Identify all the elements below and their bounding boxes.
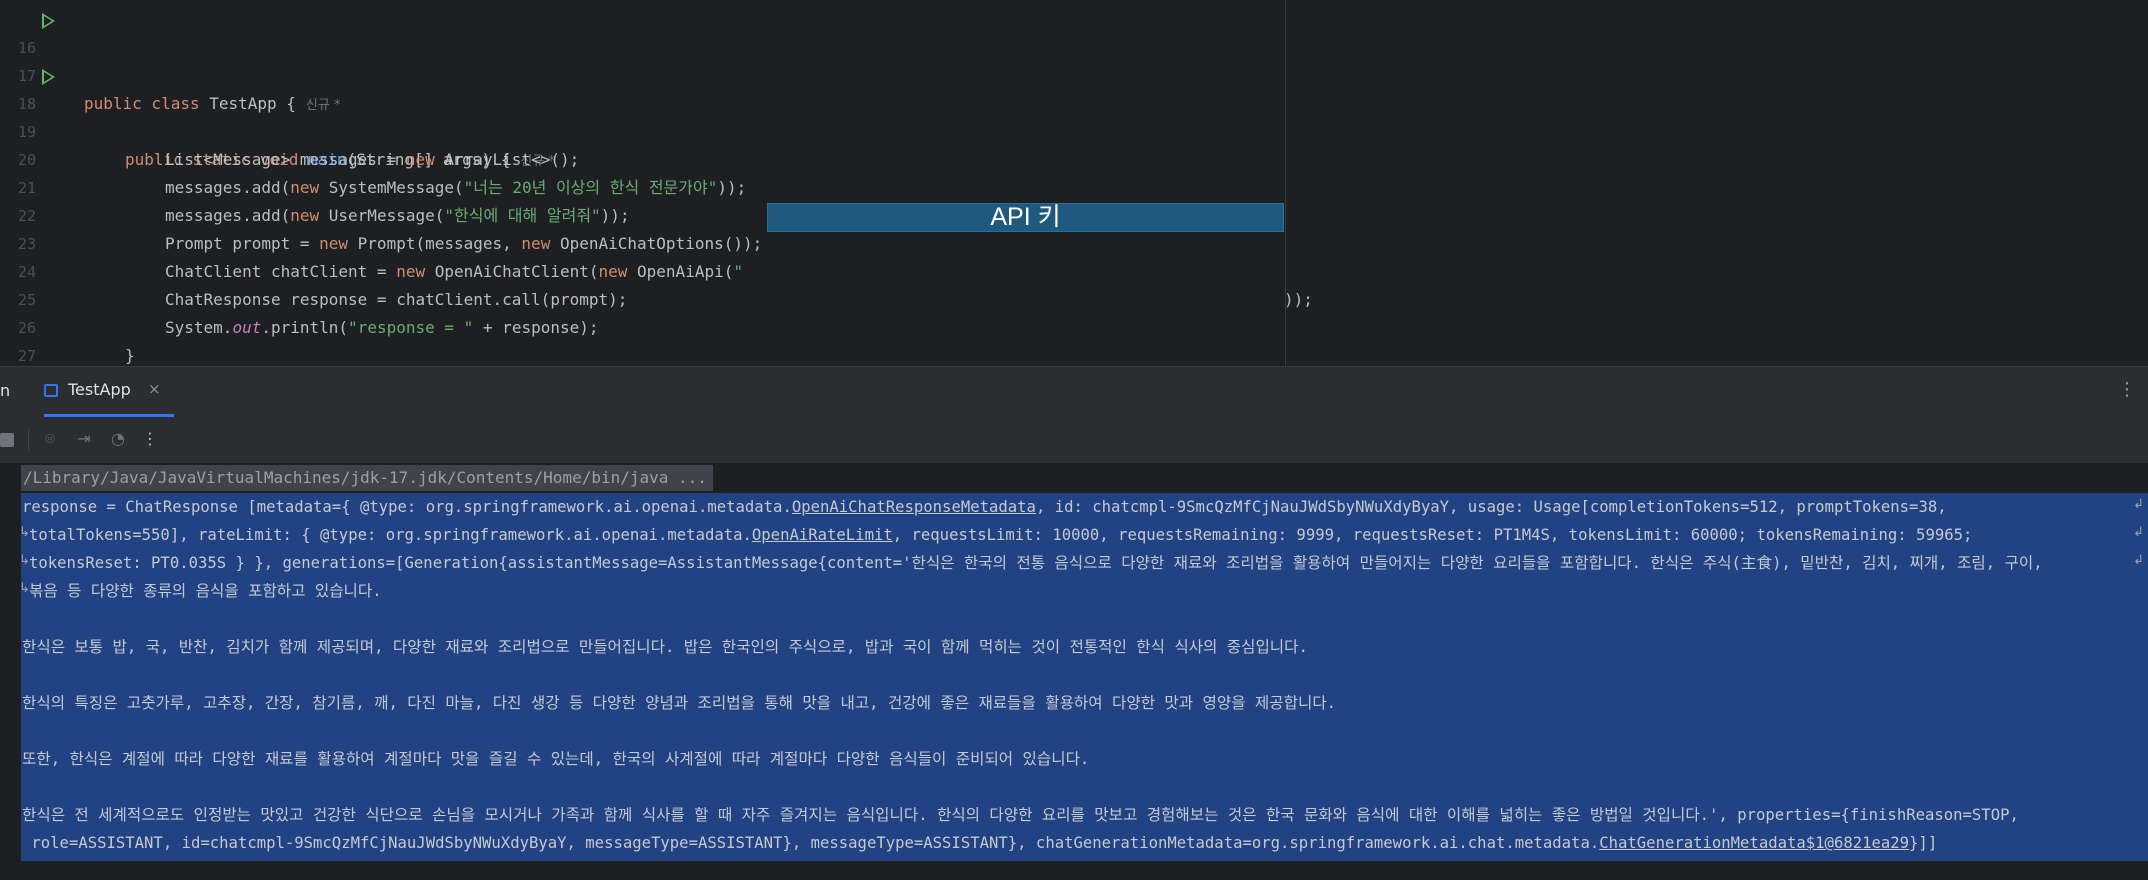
console-text: }]] xyxy=(1909,834,1938,852)
stop-icon[interactable] xyxy=(0,433,14,447)
console-line: 한식은 보통 밥, 국, 반찬, 김치가 함께 제공되며, 다양한 재료와 조리… xyxy=(22,638,1308,656)
code-token: .println( xyxy=(261,318,349,337)
api-key-redaction: API 키 xyxy=(767,203,1284,232)
code-token: new xyxy=(396,262,426,281)
code-token: new xyxy=(290,206,320,225)
run-main-icon[interactable] xyxy=(42,69,55,85)
code-token: OpenAiApi( xyxy=(627,262,734,281)
console-text: role=ASSISTANT, id=chatcmpl-9SmcQzMfCjNa… xyxy=(22,834,1600,852)
console-line: totalTokens=550], rateLimit: { @type: or… xyxy=(29,521,1972,549)
code-line-27: 27 } xyxy=(0,314,39,365)
export-icon[interactable]: ⇥ xyxy=(74,429,94,449)
code-token: } xyxy=(125,346,135,365)
code-token: out xyxy=(232,318,262,337)
soft-wrap-icon: ↲ xyxy=(2133,497,2144,512)
console-text: , requestsLimit: 10000, requestsRemainin… xyxy=(892,526,1973,544)
code-token: OpenAiChatOptions()); xyxy=(550,234,763,253)
code-token: + response); xyxy=(473,318,599,337)
console-line: response = ChatResponse [metadata={ @typ… xyxy=(22,493,1947,521)
console-link[interactable]: ChatGenerationMetadata$1@6821ea29 xyxy=(1599,834,1909,852)
code-token: " xyxy=(733,262,743,281)
console-line: role=ASSISTANT, id=chatcmpl-9SmcQzMfCjNa… xyxy=(22,829,1937,857)
run-config-icon xyxy=(44,384,58,397)
close-icon[interactable]: × xyxy=(148,380,161,398)
profiler-icon[interactable]: ◔ xyxy=(108,429,128,449)
code-token: messages.add( xyxy=(165,178,291,197)
run-tool-window-tabs: n TestApp × ⋮ xyxy=(0,366,2148,418)
console-toolbar: ⌾ ⇥ ◔ ⋮ xyxy=(0,417,2148,463)
code-token: List<Message> messages = xyxy=(165,150,406,169)
console-line: 또한, 한식은 계절에 따라 다양한 재료를 활용하여 계절마다 맛을 즐길 수… xyxy=(22,750,1090,768)
code-token: UserMessage( xyxy=(319,206,445,225)
code-line-26: 26 } xyxy=(0,286,135,365)
code-token: ChatClient chatClient = xyxy=(165,262,397,281)
code-token: Prompt prompt = xyxy=(165,234,320,253)
console-text: response = ChatResponse [metadata={ @typ… xyxy=(22,498,792,516)
more-icon[interactable]: ⋮ xyxy=(140,429,160,449)
console-line: 볶음 등 다양한 종류의 음식을 포함하고 있습니다. xyxy=(29,582,382,600)
code-token: Prompt(messages, xyxy=(348,234,522,253)
console-text: , id: chatcmpl-9SmcQzMfCjNauJWdSbyNWuXdy… xyxy=(1035,498,1947,516)
code-token: )); xyxy=(600,206,630,225)
selected-output[interactable]: response = ChatResponse [metadata={ @typ… xyxy=(19,493,2148,861)
code-line-19: 19 List<Message> messages = new ArrayLis… xyxy=(0,90,579,169)
code-token: public class xyxy=(84,94,200,113)
toolbar-divider xyxy=(28,429,29,451)
soft-wrap-icon: ↲ xyxy=(2133,525,2144,540)
code-line-25: 25 System.out.println("response = " + re… xyxy=(0,258,599,337)
code-line-18: 18 public static void main(String[] args… xyxy=(0,62,555,169)
code-token: new xyxy=(521,234,551,253)
tab-testapp[interactable]: TestApp × xyxy=(44,367,174,417)
code-token: )); xyxy=(1284,290,1313,309)
code-token: new xyxy=(405,150,435,169)
console-line: 한식의 특징은 고춧가루, 고추장, 간장, 참기름, 깨, 다진 마늘, 다진… xyxy=(22,694,1337,712)
console-line: 한식은 전 세계적으로도 인정받는 맛있고 건강한 식단으로 손님을 모시거나 … xyxy=(22,806,2019,824)
code-line-24: 24 ChatResponse response = chatClient.ca… xyxy=(0,230,627,309)
console-line: tokensReset: PT0.035S } }, generations=[… xyxy=(29,554,2043,572)
code-token: new xyxy=(290,178,320,197)
console-link[interactable]: OpenAiRateLimit xyxy=(752,526,893,544)
code-token: messages.add( xyxy=(165,206,291,225)
code-token: new xyxy=(319,234,349,253)
code-line-20: 20 messages.add(new SystemMessage("너는 20… xyxy=(0,118,746,197)
run-tool-window-title[interactable]: n xyxy=(0,381,10,400)
code-token: "너는 20년 이상의 한식 전문가야" xyxy=(463,178,718,197)
camera-icon[interactable]: ⌾ xyxy=(40,429,60,449)
code-line-22: 22 Prompt prompt = new Prompt(messages, … xyxy=(0,174,762,253)
code-line-23: 23 ChatClient chatClient = new OpenAiCha… xyxy=(0,202,1313,309)
author-hint: 신규 * xyxy=(305,98,341,113)
more-options-icon[interactable]: ⋮ xyxy=(2118,379,2136,400)
code-token: OpenAiChatClient( xyxy=(425,262,599,281)
code-token: ChatResponse response = chatClient.call(… xyxy=(165,290,628,309)
code-line-28: 28 xyxy=(0,342,39,366)
console-link[interactable]: OpenAiChatResponseMetadata xyxy=(792,498,1036,516)
code-editor[interactable]: 16 public class TestApp {신규 * 17 18 publ… xyxy=(0,0,2148,366)
code-token: SystemMessage( xyxy=(319,178,464,197)
code-token: "한식에 대해 알려줘" xyxy=(444,206,601,225)
console-text: totalTokens=550], rateLimit: { @type: or… xyxy=(29,526,752,544)
java-command-line: /Library/Java/JavaVirtualMachines/jdk-17… xyxy=(21,465,713,491)
code-line-21: 21 messages.add(new UserMessage("한식에 대해 … xyxy=(0,146,630,225)
code-token: )); xyxy=(717,178,747,197)
code-line-16: 16 public class TestApp {신규 * xyxy=(0,6,340,113)
code-token: "response = " xyxy=(348,318,474,337)
soft-wrap-icon: ↲ xyxy=(2133,553,2144,568)
code-token: new xyxy=(598,262,628,281)
tab-label: TestApp xyxy=(68,380,131,399)
console-output[interactable]: /Library/Java/JavaVirtualMachines/jdk-17… xyxy=(0,463,2148,880)
code-token: ArrayList<>(); xyxy=(434,150,580,169)
run-class-icon[interactable] xyxy=(42,13,55,29)
code-token: System. xyxy=(165,318,233,337)
code-token: TestApp { xyxy=(199,94,296,113)
code-line-17: 17 xyxy=(0,34,39,85)
